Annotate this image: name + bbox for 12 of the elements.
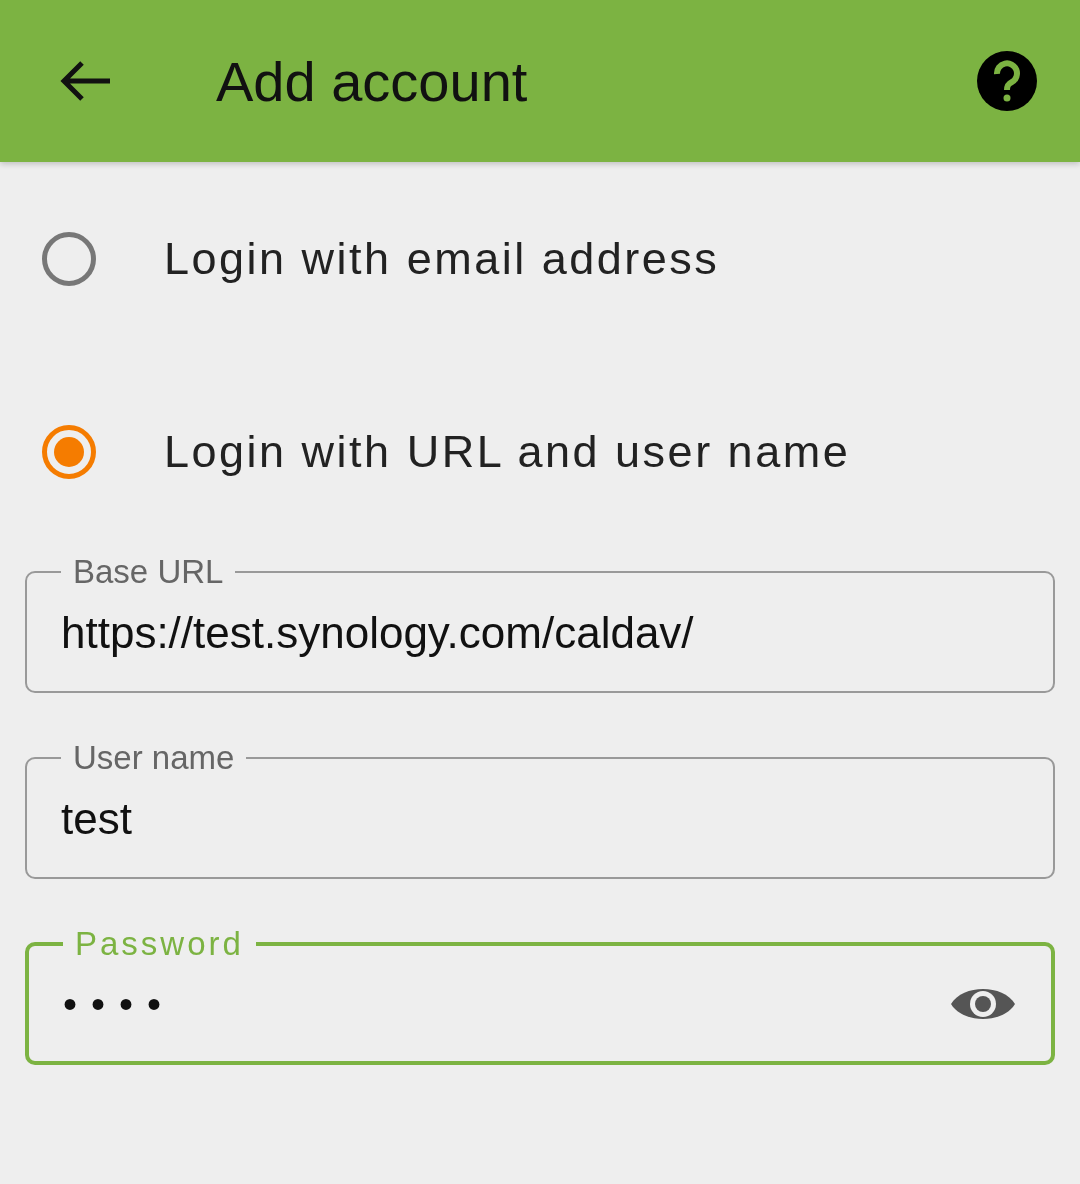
help-icon[interactable] — [976, 50, 1038, 112]
field-label: Password — [74, 925, 245, 963]
field-label: Base URL — [72, 553, 225, 591]
field-value: https://test.synology.com/caldav/ — [61, 608, 695, 658]
radio-button[interactable] — [42, 232, 96, 286]
field-value: •••• — [63, 981, 176, 1027]
screen-title: Add account — [216, 48, 529, 114]
field-label: User name — [72, 739, 236, 777]
field-value: test — [61, 794, 133, 844]
radio-button[interactable] — [42, 425, 96, 479]
option-label[interactable]: Login with email address — [164, 233, 720, 285]
option-label[interactable]: Login with URL and user name — [164, 426, 851, 478]
